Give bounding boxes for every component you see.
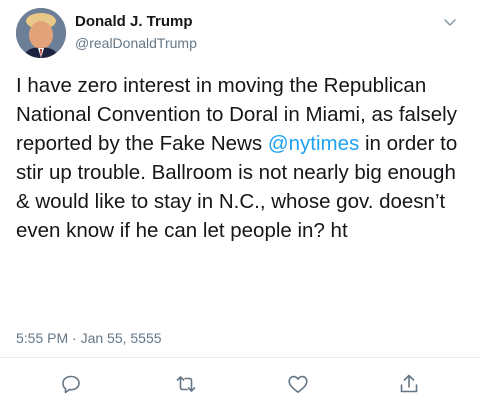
chevron-down-icon[interactable]: [442, 14, 458, 30]
user-handle[interactable]: @realDonaldTrump: [75, 35, 197, 51]
mention-link[interactable]: @nytimes: [268, 132, 359, 155]
action-bar: [0, 372, 480, 398]
heart-icon[interactable]: [286, 372, 310, 396]
tweet-text: I have zero interest in moving the Repub…: [16, 71, 471, 245]
display-name[interactable]: Donald J. Trump: [75, 13, 193, 30]
avatar[interactable]: [16, 8, 66, 58]
share-icon[interactable]: [397, 372, 421, 396]
avatar-portrait-icon: [16, 8, 66, 58]
retweet-icon[interactable]: [174, 372, 198, 396]
divider: [0, 357, 480, 358]
timestamp[interactable]: 5:55 PM · Jan 55, 5555: [16, 330, 162, 346]
reply-icon[interactable]: [59, 372, 83, 396]
